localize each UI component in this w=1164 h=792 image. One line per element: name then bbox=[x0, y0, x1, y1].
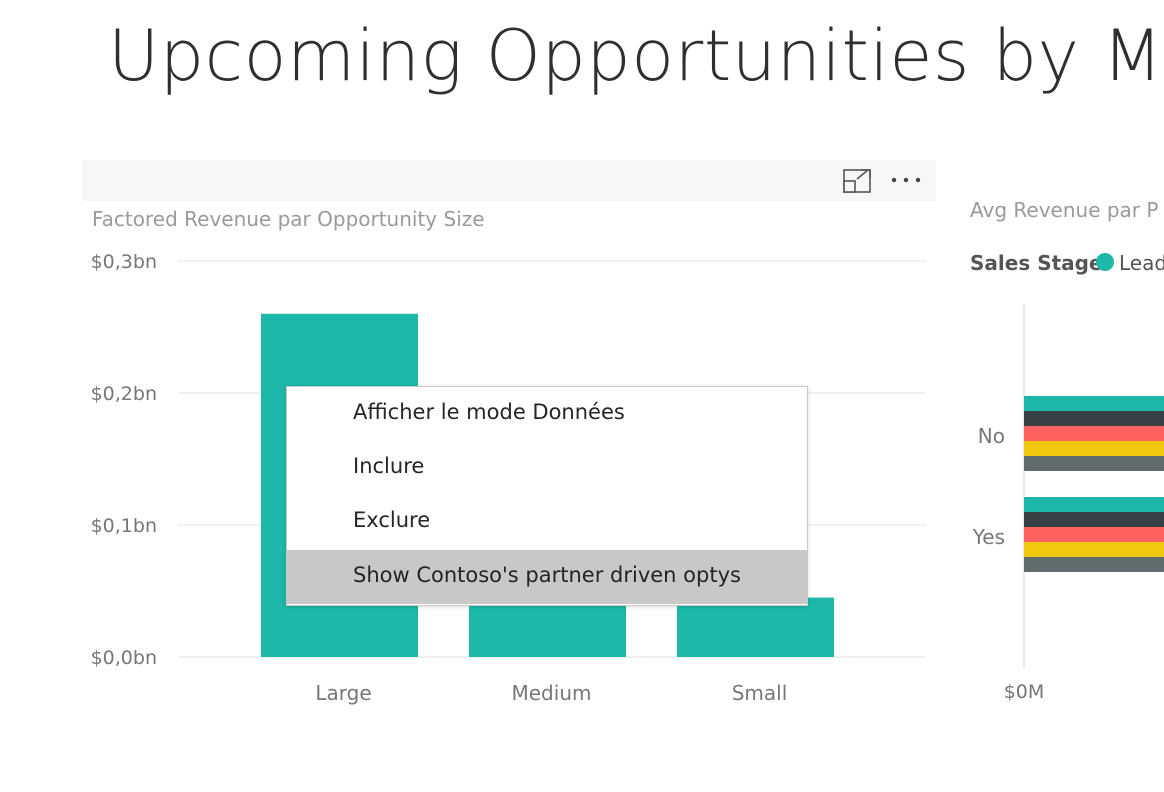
bar-yes-series-2 bbox=[1024, 512, 1164, 527]
y-category-label: Yes bbox=[972, 525, 1005, 549]
right-visual-title: Avg Revenue par P bbox=[970, 198, 1159, 222]
x-tick-label: Medium bbox=[512, 681, 592, 705]
menu-item-exclude[interactable]: Exclure bbox=[287, 495, 807, 549]
bar-no-series-3 bbox=[1024, 426, 1164, 441]
bar-yes-series-3 bbox=[1024, 527, 1164, 542]
menu-item-label: Afficher le mode Données bbox=[353, 400, 625, 424]
report-page: Upcoming Opportunities by Mo Factored Re… bbox=[0, 0, 1164, 792]
y-tick-label: $0,2bn bbox=[91, 383, 157, 405]
bar-yes-series-4 bbox=[1024, 542, 1164, 557]
legend-dot-lead bbox=[1096, 253, 1114, 271]
y-category-label: No bbox=[978, 424, 1005, 448]
menu-item-include[interactable]: Inclure bbox=[287, 441, 807, 495]
bar-no-series-1 bbox=[1024, 396, 1164, 411]
y-tick-label: $0,3bn bbox=[91, 251, 157, 273]
x-tick-label: Small bbox=[732, 681, 788, 705]
menu-item-label: Exclure bbox=[353, 508, 431, 532]
bar-yes-series-1 bbox=[1024, 497, 1164, 512]
menu-item-drillthrough[interactable]: Show Contoso's partner driven optys bbox=[287, 550, 807, 604]
context-menu: Afficher le mode Données Inclure Exclure… bbox=[286, 386, 808, 606]
bar-yes-series-5 bbox=[1024, 557, 1164, 572]
bar-no-series-5 bbox=[1024, 456, 1164, 471]
x-tick-label: $0M bbox=[1004, 681, 1045, 703]
bar-small bbox=[677, 597, 834, 657]
x-tick-label: Large bbox=[315, 681, 371, 705]
y-tick-label: $0,1bn bbox=[91, 515, 157, 537]
y-tick-label: $0,0bn bbox=[91, 647, 157, 669]
legend-title: Sales Stage bbox=[970, 251, 1103, 275]
bar-no-series-4 bbox=[1024, 441, 1164, 456]
menu-item-label: Show Contoso's partner driven optys bbox=[353, 563, 741, 587]
menu-item-show-data[interactable]: Afficher le mode Données bbox=[287, 387, 807, 441]
legend-item-lead[interactable]: Lead bbox=[1119, 251, 1164, 275]
bar-no-series-2 bbox=[1024, 411, 1164, 426]
menu-item-label: Inclure bbox=[353, 454, 425, 478]
